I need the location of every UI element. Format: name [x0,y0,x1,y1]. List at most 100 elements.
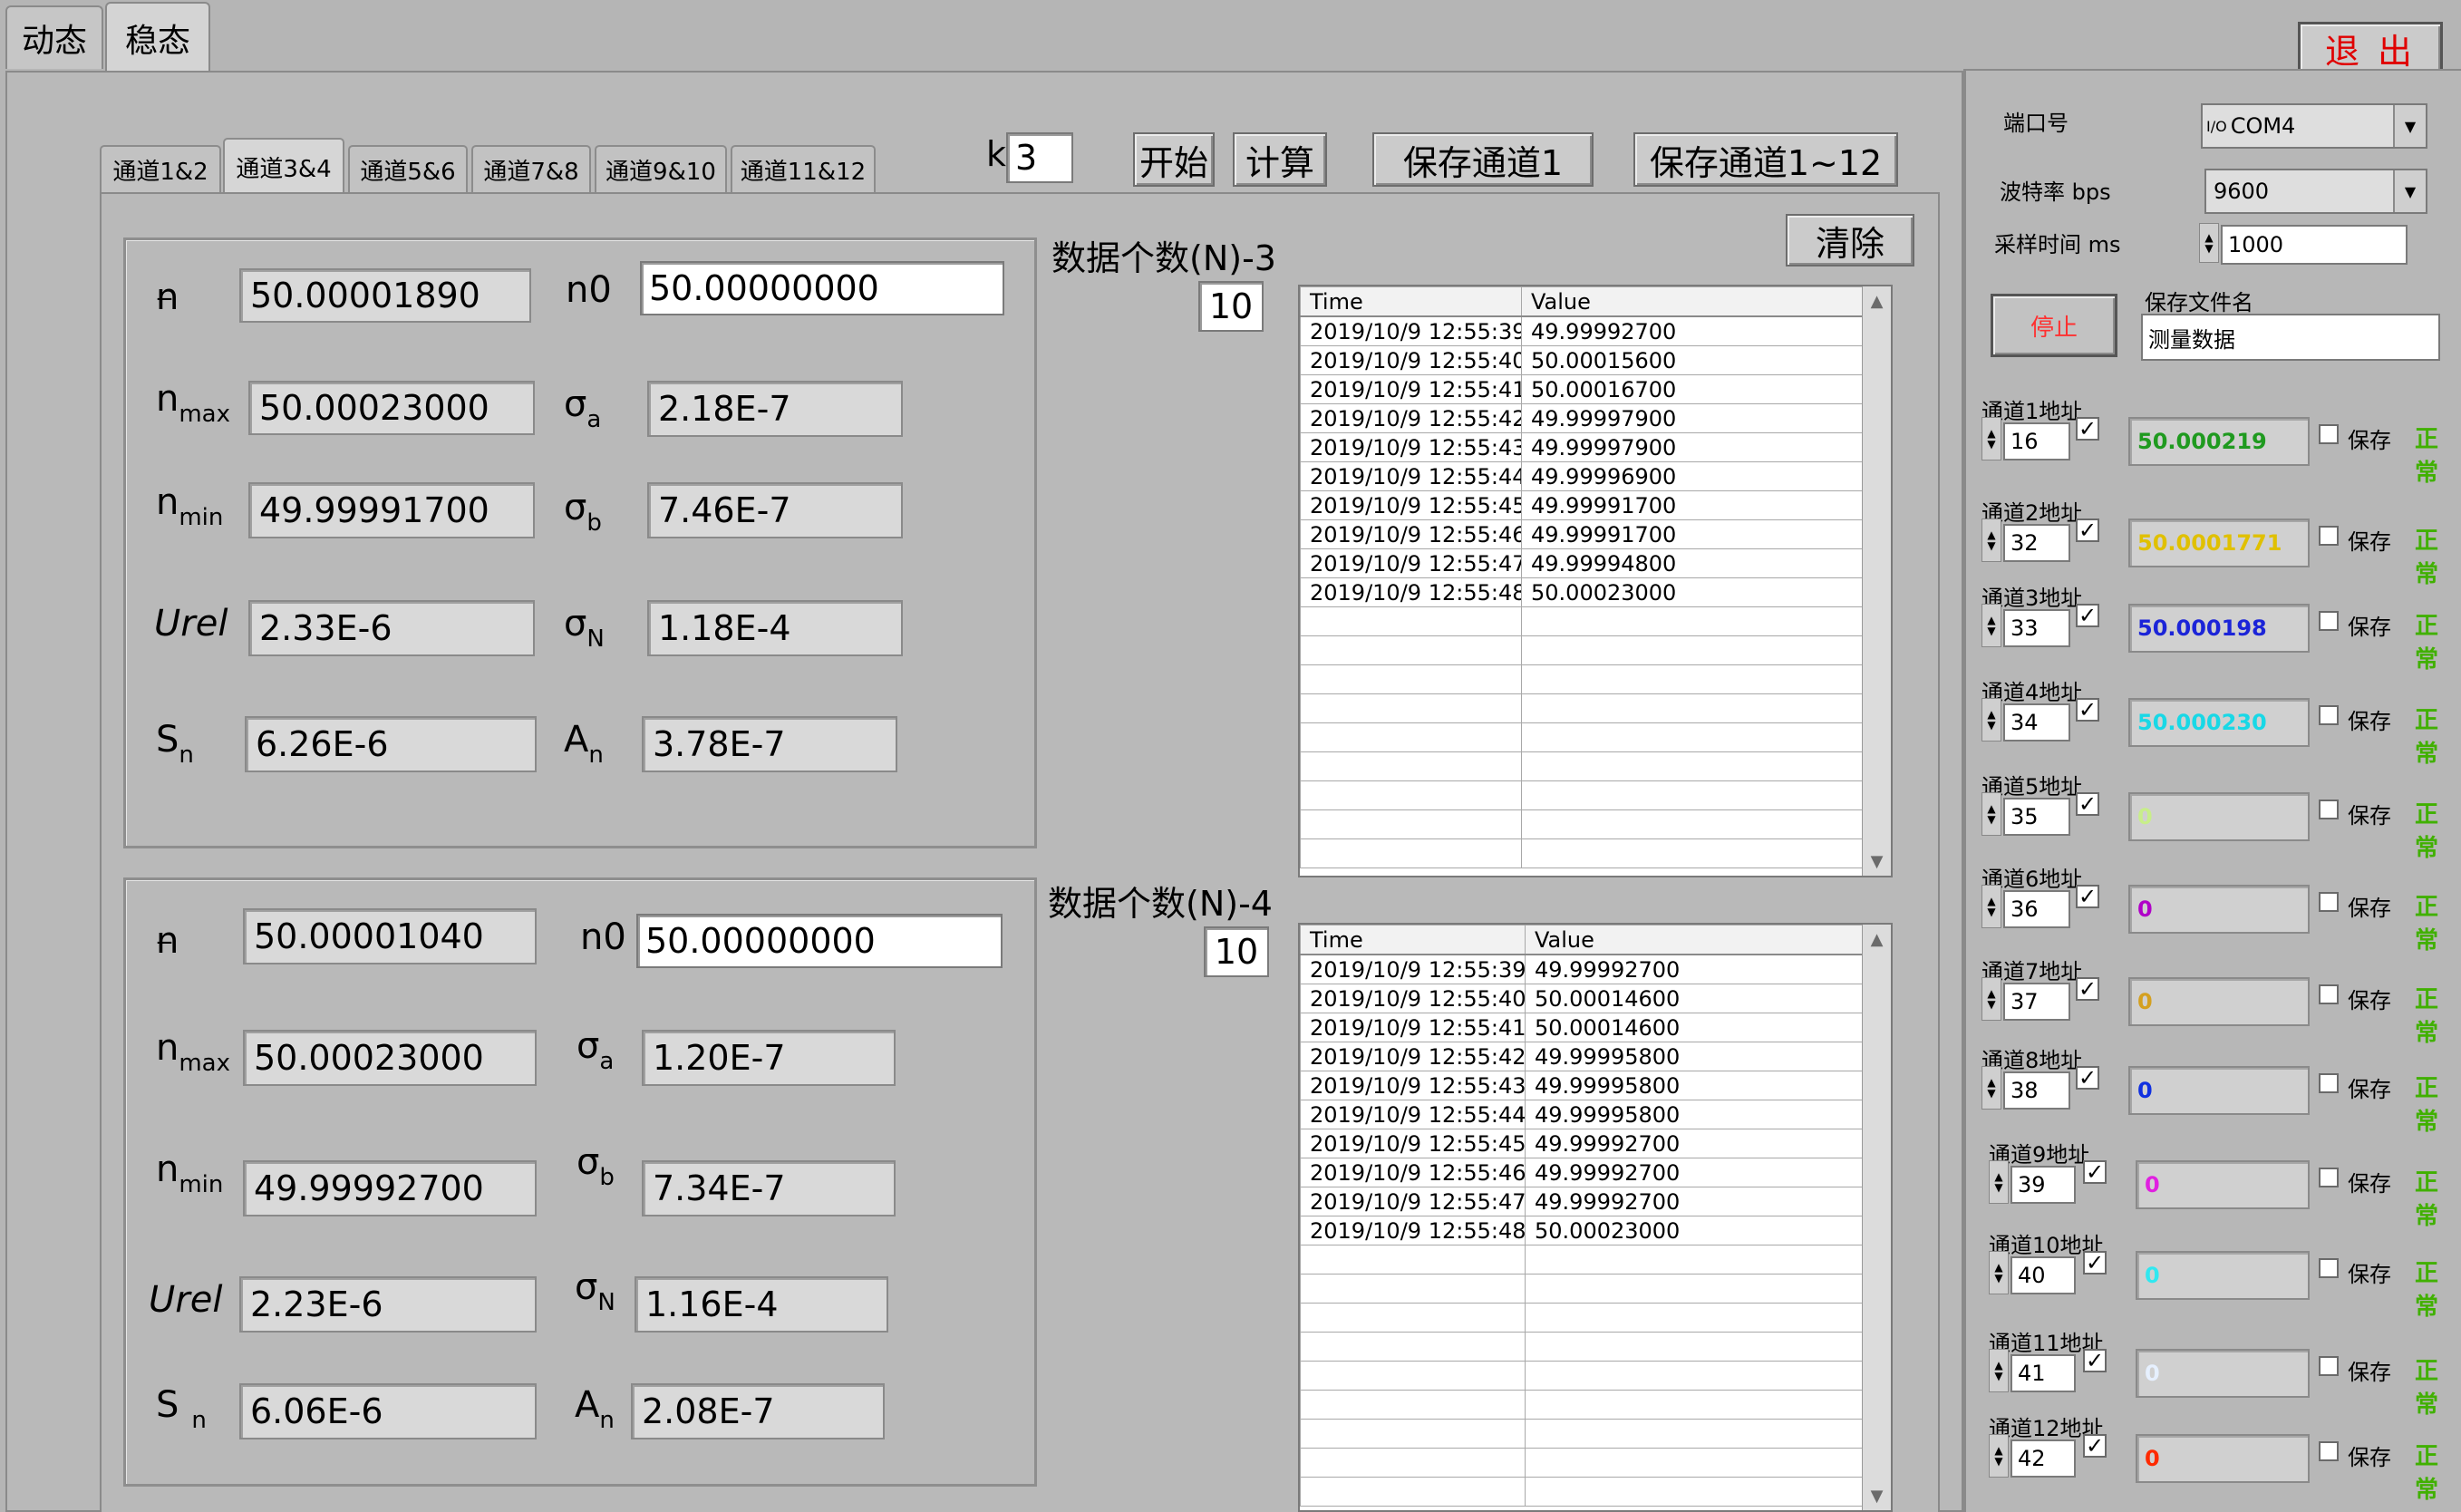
address-stepper[interactable]: ▲ ▼ [1981,519,2001,562]
scroll-down-icon[interactable]: ▼ [1863,1481,1891,1510]
address-stepper[interactable]: ▲ ▼ [1981,604,2001,647]
channel-address-input[interactable]: 32 [2003,524,2070,562]
channel-address-input[interactable]: 42 [2010,1439,2076,1478]
table-row[interactable] [1300,1477,1865,1507]
table-row[interactable]: 2019/10/9 12:55:47 49.99992700 [1300,1187,1865,1216]
channel-enable-checkbox[interactable]: ✓ [2076,792,2099,816]
save-all-channels-button[interactable]: 保存通道1~12 [1633,132,1898,187]
table-row[interactable]: 2019/10/9 12:55:43 49.99997900 [1300,432,1865,462]
table-row[interactable] [1300,664,1865,694]
sample-time-stepper[interactable]: ▲ ▼ [2199,223,2219,263]
table-row[interactable] [1300,722,1865,752]
table-row[interactable]: 2019/10/9 12:55:39 49.99992700 [1300,954,1865,984]
channel-enable-checkbox[interactable]: ✓ [2076,698,2099,722]
channel-save-checkbox[interactable] [2319,1441,2339,1461]
channel-enable-checkbox[interactable]: ✓ [2083,1160,2107,1184]
table-row[interactable] [1300,780,1865,810]
table-row[interactable]: 2019/10/9 12:55:44 49.99996900 [1300,461,1865,491]
table-row[interactable]: 2019/10/9 12:55:48 50.00023000 [1300,577,1865,607]
address-stepper[interactable]: ▲ ▼ [1981,698,2001,741]
data-table-ch3[interactable]: Time Value 2019/10/9 12:55:39 49.99992700… [1298,285,1893,877]
table-scrollbar[interactable]: ▲ ▼ [1862,286,1891,876]
n0-input[interactable]: 50.00000000 [640,261,1004,315]
scroll-up-icon[interactable]: ▲ [1863,925,1891,954]
table-row[interactable] [1300,1361,1865,1391]
tab-steady[interactable]: 稳态 [105,2,210,73]
clear-button[interactable]: 清除 [1786,214,1914,267]
channel-address-input[interactable]: 16 [2003,422,2070,460]
table-row[interactable] [1300,1274,1865,1304]
channel-enable-checkbox[interactable]: ✓ [2076,885,2099,908]
channel-save-checkbox[interactable] [2319,611,2339,631]
subtab-ch3-4[interactable]: 通道3&4 [223,138,344,194]
channel-enable-checkbox[interactable]: ✓ [2083,1251,2107,1275]
address-stepper[interactable]: ▲ ▼ [1981,977,2001,1021]
column-header-value[interactable]: Value [1525,925,1865,955]
channel-save-checkbox[interactable] [2319,1168,2339,1187]
table-row[interactable] [1300,1303,1865,1333]
channel-save-checkbox[interactable] [2319,800,2339,819]
chevron-down-icon[interactable]: ▼ [2393,105,2426,147]
table-scrollbar[interactable]: ▲ ▼ [1862,925,1891,1510]
subtab-ch1-2[interactable]: 通道1&2 [100,145,221,192]
table-row[interactable]: 2019/10/9 12:55:45 49.99991700 [1300,490,1865,520]
table-row[interactable]: 2019/10/9 12:55:47 49.99994800 [1300,548,1865,578]
table-row[interactable]: 2019/10/9 12:55:41 50.00016700 [1300,374,1865,404]
table-row[interactable]: 2019/10/9 12:55:43 49.99995800 [1300,1071,1865,1100]
channel-enable-checkbox[interactable]: ✓ [2076,417,2099,441]
subtab-ch5-6[interactable]: 通道5&6 [348,145,468,192]
stop-button[interactable]: 停止 [1991,294,2117,357]
table-row[interactable] [1300,1332,1865,1362]
table-row[interactable] [1300,606,1865,636]
address-stepper[interactable]: ▲ ▼ [1989,1160,2009,1204]
channel-save-checkbox[interactable] [2319,1356,2339,1376]
channel-save-checkbox[interactable] [2319,526,2339,546]
channel-save-checkbox[interactable] [2319,705,2339,725]
k-input[interactable]: 3 [1006,132,1073,183]
address-stepper[interactable]: ▲ ▼ [1981,1066,2001,1110]
channel-address-input[interactable]: 38 [2003,1071,2070,1110]
channel-enable-checkbox[interactable]: ✓ [2076,977,2099,1001]
table-row[interactable] [1300,838,1865,868]
column-header-time[interactable]: Time [1300,925,1526,955]
channel-address-input[interactable]: 40 [2010,1256,2076,1294]
n0-input[interactable]: 50.00000000 [636,914,1003,968]
address-stepper[interactable]: ▲ ▼ [1989,1434,2009,1478]
table-row[interactable]: 2019/10/9 12:55:39 49.99992700 [1300,315,1865,346]
table-row[interactable]: 2019/10/9 12:55:41 50.00014600 [1300,1013,1865,1042]
channel-address-input[interactable]: 34 [2003,703,2070,741]
port-select[interactable]: I/O COM4 ▼ [2201,103,2427,149]
table-row[interactable]: 2019/10/9 12:55:48 50.00023000 [1300,1216,1865,1245]
channel-address-input[interactable]: 39 [2010,1166,2076,1204]
channel-enable-checkbox[interactable]: ✓ [2076,1066,2099,1090]
channel-save-checkbox[interactable] [2319,424,2339,444]
address-stepper[interactable]: ▲ ▼ [1981,885,2001,928]
table-row[interactable]: 2019/10/9 12:55:40 50.00015600 [1300,345,1865,375]
address-stepper[interactable]: ▲ ▼ [1989,1251,2009,1294]
channel-address-input[interactable]: 33 [2003,609,2070,647]
baud-select[interactable]: 9600 ▼ [2204,169,2427,214]
column-header-value[interactable]: Value [1521,286,1865,317]
table-row[interactable] [1300,809,1865,839]
table-row[interactable] [1300,635,1865,665]
subtab-ch7-8[interactable]: 通道7&8 [471,145,591,192]
table-row[interactable]: 2019/10/9 12:55:45 49.99992700 [1300,1129,1865,1158]
scroll-down-icon[interactable]: ▼ [1863,847,1891,876]
address-stepper[interactable]: ▲ ▼ [1981,417,2001,460]
subtab-ch9-10[interactable]: 通道9&10 [595,145,727,192]
channel-address-input[interactable]: 37 [2003,983,2070,1021]
channel-address-input[interactable]: 36 [2003,890,2070,928]
tab-dynamic[interactable]: 动态 [5,5,103,69]
subtab-ch11-12[interactable]: 通道11&12 [731,145,876,192]
channel-save-checkbox[interactable] [2319,984,2339,1004]
table-row[interactable] [1300,693,1865,723]
table-row[interactable]: 2019/10/9 12:55:40 50.00014600 [1300,984,1865,1013]
calculate-button[interactable]: 计算 [1233,132,1327,187]
table-row[interactable] [1300,751,1865,781]
channel-address-input[interactable]: 41 [2010,1354,2076,1392]
channel-enable-checkbox[interactable]: ✓ [2083,1349,2107,1372]
channel-save-checkbox[interactable] [2319,1073,2339,1093]
address-stepper[interactable]: ▲ ▼ [1989,1349,2009,1392]
channel-enable-checkbox[interactable]: ✓ [2083,1434,2107,1458]
filename-input[interactable]: 测量数据 [2141,314,2440,361]
